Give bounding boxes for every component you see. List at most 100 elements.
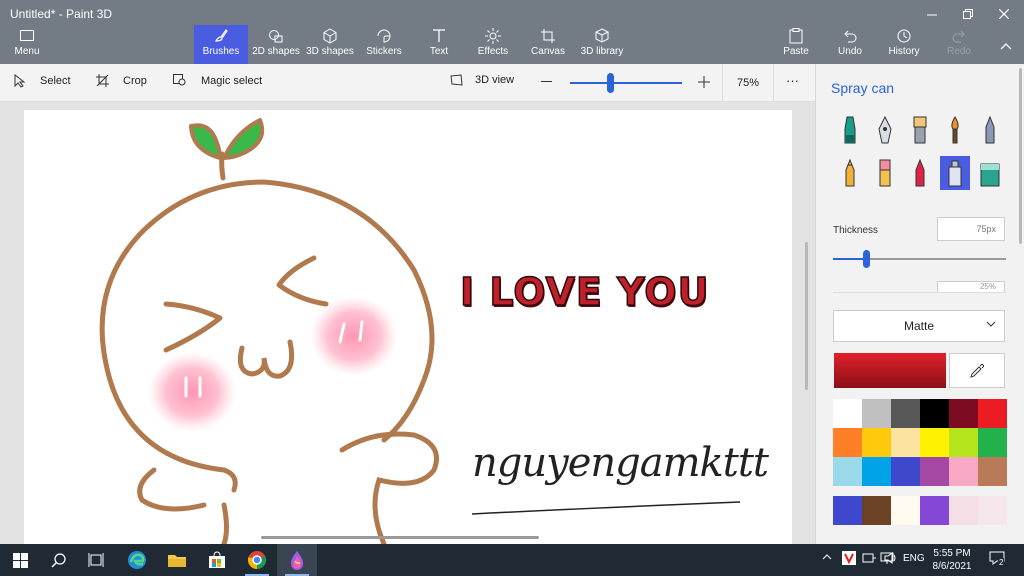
calligraphy-pen-brush[interactable] bbox=[870, 113, 900, 147]
color-swatch[interactable] bbox=[833, 496, 862, 525]
tool-brushes[interactable]: Brushes bbox=[194, 25, 248, 64]
tool-stickers[interactable]: Stickers bbox=[362, 28, 406, 64]
color-swatch[interactable] bbox=[978, 457, 1007, 486]
color-swatch[interactable] bbox=[978, 428, 1007, 457]
power-tray-icon[interactable] bbox=[862, 552, 876, 567]
color-swatch[interactable] bbox=[920, 428, 949, 457]
cursor-icon bbox=[14, 74, 26, 88]
current-color[interactable] bbox=[834, 353, 946, 388]
edge-app[interactable] bbox=[117, 544, 157, 576]
crop-button[interactable]: Crop bbox=[96, 74, 147, 87]
color-swatch[interactable] bbox=[862, 399, 891, 428]
oil-brush[interactable] bbox=[905, 113, 935, 147]
eyedropper-button[interactable] bbox=[949, 353, 1005, 388]
paint-3d-app[interactable] bbox=[277, 544, 317, 576]
color-swatch[interactable] bbox=[949, 496, 978, 525]
color-swatch[interactable] bbox=[862, 496, 891, 525]
color-swatch[interactable] bbox=[862, 457, 891, 486]
spray-can-brush[interactable] bbox=[940, 156, 970, 190]
watercolor-brush[interactable] bbox=[940, 113, 970, 147]
thickness-label: Thickness bbox=[833, 225, 879, 236]
tray-chevron[interactable] bbox=[822, 553, 832, 564]
zoom-out-button[interactable] bbox=[541, 76, 552, 87]
tool-effects[interactable]: Effects bbox=[474, 28, 512, 64]
vertical-scrollbar[interactable] bbox=[805, 242, 808, 390]
windows-logo-icon bbox=[12, 552, 28, 568]
zoom-level[interactable]: 75% bbox=[722, 64, 774, 101]
panel-scrollbar[interactable] bbox=[1019, 68, 1022, 244]
opacity-slider[interactable] bbox=[833, 292, 1006, 293]
search-button[interactable] bbox=[38, 544, 78, 576]
finish-dropdown[interactable]: Matte bbox=[833, 310, 1005, 342]
magic-select-button[interactable]: Magic select bbox=[173, 74, 262, 87]
tool-2d-shapes[interactable]: 2D shapes bbox=[251, 28, 301, 64]
tool-3d-shapes[interactable]: 3D shapes bbox=[305, 28, 355, 64]
minimize-button[interactable] bbox=[916, 4, 948, 24]
thickness-slider[interactable] bbox=[833, 258, 1006, 260]
color-swatch[interactable] bbox=[949, 399, 978, 428]
color-swatch[interactable] bbox=[920, 496, 949, 525]
chevron-up-icon bbox=[1000, 43, 1012, 50]
thickness-input[interactable]: 75px bbox=[937, 217, 1005, 241]
color-swatch[interactable] bbox=[949, 428, 978, 457]
3d-view-button[interactable]: 3D view bbox=[450, 74, 514, 86]
tool-canvas[interactable]: Canvas bbox=[528, 28, 568, 64]
store-app[interactable] bbox=[197, 544, 237, 576]
color-palette bbox=[833, 399, 1007, 486]
thickness-slider-thumb[interactable] bbox=[863, 250, 870, 268]
signature-underline bbox=[471, 501, 741, 515]
color-swatch[interactable] bbox=[949, 457, 978, 486]
pixel-pen-brush[interactable] bbox=[975, 113, 1005, 147]
zoom-slider[interactable] bbox=[570, 82, 682, 84]
color-swatch[interactable] bbox=[920, 399, 949, 428]
pixel-pen-icon bbox=[985, 115, 995, 144]
zoom-slider-thumb[interactable] bbox=[607, 73, 614, 93]
color-swatch[interactable] bbox=[978, 399, 1007, 428]
3d-library-icon bbox=[594, 28, 610, 44]
action-center-button[interactable]: 2 bbox=[989, 550, 1005, 569]
antivirus-tray-icon[interactable] bbox=[842, 551, 856, 568]
fill-bucket-brush[interactable] bbox=[975, 156, 1005, 190]
color-swatch[interactable] bbox=[833, 457, 862, 486]
drawing-canvas[interactable]: I LOVE YOU nguyengamkttt bbox=[24, 110, 792, 544]
collapse-ribbon-button[interactable] bbox=[990, 36, 1022, 56]
pencil-brush[interactable] bbox=[835, 156, 865, 190]
color-swatch[interactable] bbox=[833, 399, 862, 428]
eraser-brush[interactable] bbox=[870, 156, 900, 190]
tool-label: Canvas bbox=[531, 46, 565, 57]
close-button[interactable] bbox=[988, 4, 1020, 24]
more-options-button[interactable]: ··· bbox=[786, 73, 799, 88]
start-button[interactable] bbox=[0, 544, 40, 576]
calligraphy-pen-icon bbox=[878, 115, 892, 144]
task-view-button[interactable] bbox=[76, 544, 116, 576]
close-icon bbox=[999, 9, 1009, 19]
horizontal-scrollbar[interactable] bbox=[261, 536, 539, 539]
language-indicator[interactable]: ENG bbox=[903, 553, 925, 564]
paste-button[interactable]: Paste bbox=[780, 28, 812, 64]
tool-text[interactable]: Text bbox=[423, 28, 455, 64]
history-button[interactable]: History bbox=[886, 28, 922, 64]
color-swatch[interactable] bbox=[891, 428, 920, 457]
file-explorer-app[interactable] bbox=[157, 544, 197, 576]
redo-button[interactable]: Redo bbox=[944, 28, 974, 64]
panel-title: Spray can bbox=[831, 80, 895, 96]
color-swatch[interactable] bbox=[978, 496, 1007, 525]
clock[interactable]: 5:55 PM 8/6/2021 bbox=[926, 547, 978, 573]
color-swatch[interactable] bbox=[920, 457, 949, 486]
color-swatch[interactable] bbox=[891, 457, 920, 486]
color-swatch[interactable] bbox=[891, 496, 920, 525]
color-swatch[interactable] bbox=[862, 428, 891, 457]
marker-brush[interactable] bbox=[835, 113, 865, 147]
zoom-in-button[interactable] bbox=[698, 76, 710, 88]
chrome-app[interactable] bbox=[237, 544, 277, 576]
tool-3d-library[interactable]: 3D library bbox=[579, 28, 625, 64]
select-button[interactable]: Select bbox=[14, 74, 71, 88]
color-swatch[interactable] bbox=[891, 399, 920, 428]
volume-tray-icon[interactable] bbox=[884, 552, 898, 567]
undo-button[interactable]: Undo bbox=[834, 28, 866, 64]
task-view-icon bbox=[88, 553, 104, 567]
crayon-brush[interactable] bbox=[905, 156, 935, 190]
menu-button[interactable]: Menu bbox=[6, 28, 48, 64]
maximize-button[interactable] bbox=[952, 4, 984, 24]
color-swatch[interactable] bbox=[833, 428, 862, 457]
